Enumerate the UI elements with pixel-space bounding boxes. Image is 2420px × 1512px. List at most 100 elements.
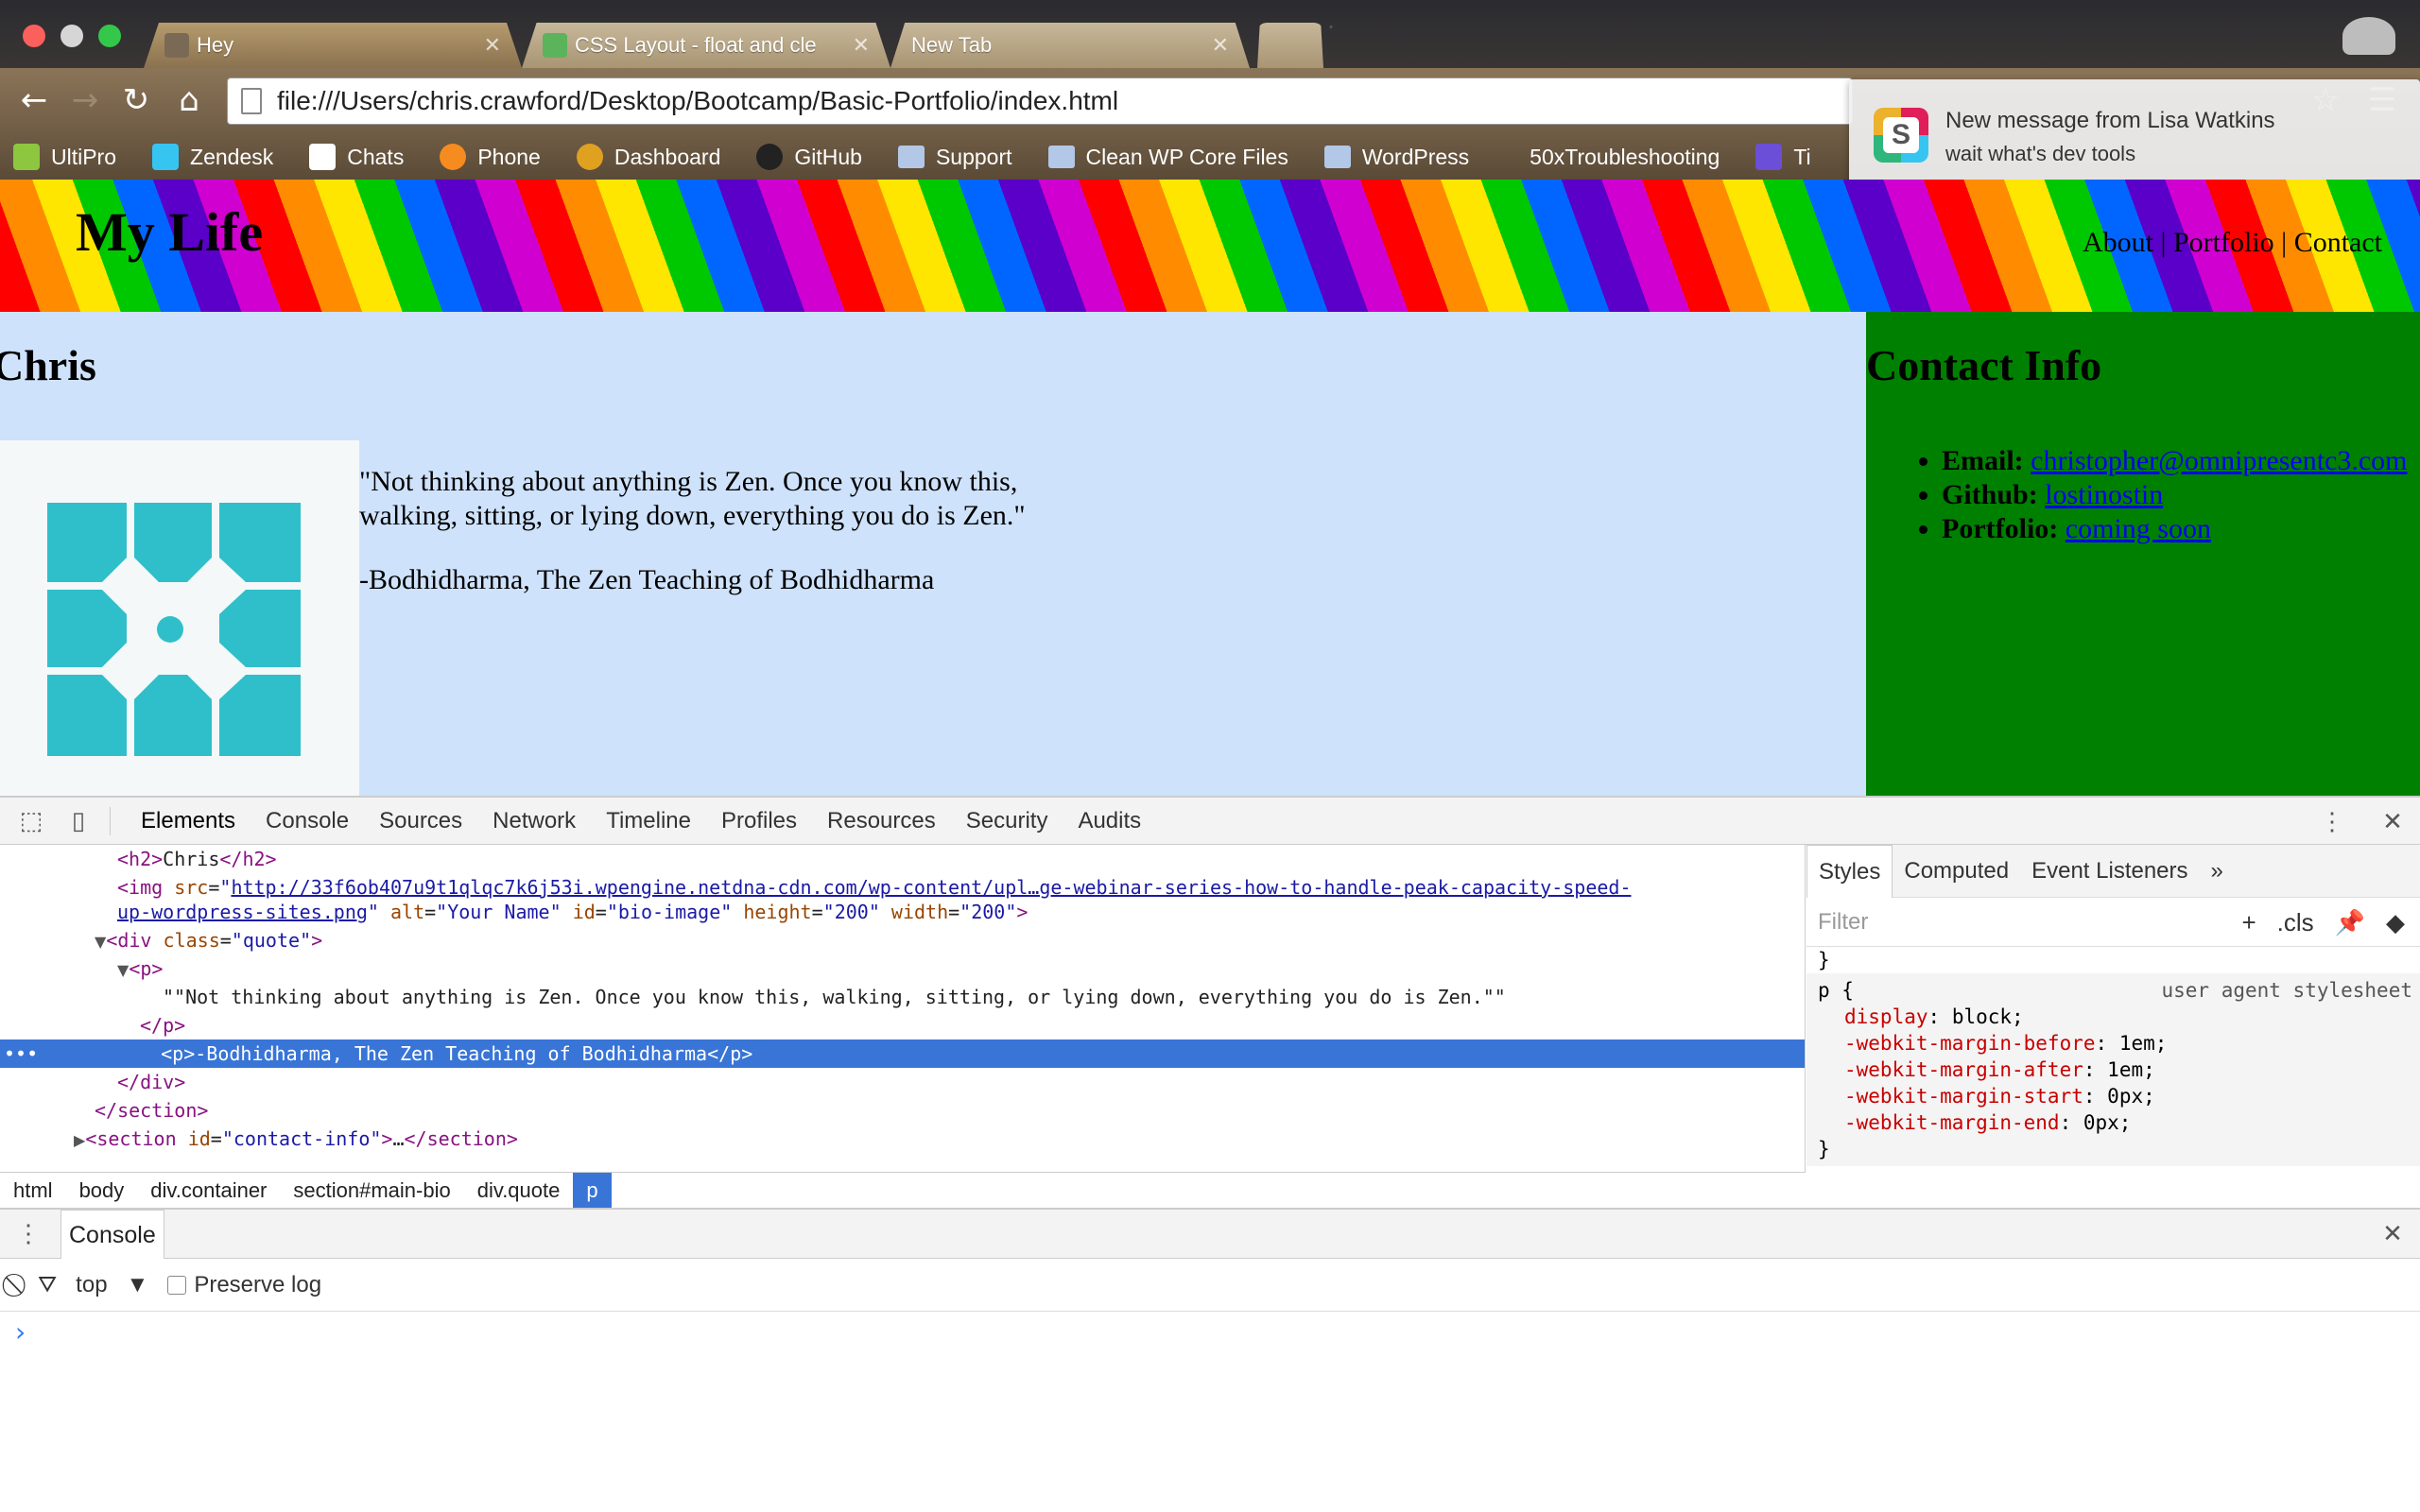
tab-event-listeners[interactable]: Event Listeners	[2020, 845, 2199, 898]
bookmark-50x[interactable]: 50xTroubleshooting	[1530, 145, 1720, 170]
breadcrumb-item[interactable]: div.container	[137, 1173, 280, 1209]
pin-icon[interactable]: 📌	[2335, 908, 2365, 937]
nav-portfolio-link[interactable]: Portfolio	[2173, 227, 2274, 258]
styles-pane: Styles Computed Event Listeners » Filter…	[1806, 844, 2420, 1208]
add-rule-icon[interactable]: +	[2241, 908, 2256, 937]
close-tab-icon[interactable]: ✕	[1212, 33, 1229, 58]
tab-computed[interactable]: Computed	[1893, 845, 2020, 898]
bookmark-phone[interactable]: Phone	[440, 144, 541, 170]
chevron-down-icon[interactable]: ▼	[127, 1272, 149, 1298]
toggle-state-icon[interactable]: ◆	[2386, 908, 2405, 937]
zoom-window-button[interactable]	[98, 25, 121, 47]
attr-value: bio-image	[617, 901, 721, 923]
css-value: 1em;	[2107, 1058, 2155, 1081]
more-options-icon[interactable]: ⋮	[2308, 798, 2356, 845]
filter-icon[interactable]: ⛛	[38, 1272, 57, 1298]
drawer-menu-icon[interactable]: ⋮	[0, 1211, 57, 1258]
page-viewport: My Life About | Portfolio | Contact Chri…	[0, 180, 2420, 796]
bookmark-label: Zendesk	[190, 144, 274, 169]
bookmark-zendesk[interactable]: Zendesk	[152, 144, 273, 170]
selector-text: p {	[1818, 979, 1854, 1002]
context-select[interactable]: top	[76, 1272, 107, 1298]
preserve-log-checkbox[interactable]	[167, 1276, 187, 1296]
tab-sources[interactable]: Sources	[364, 808, 477, 834]
breadcrumb-item-active[interactable]: p	[573, 1172, 612, 1209]
portfolio-link[interactable]: coming soon	[2066, 513, 2211, 544]
tab-network[interactable]: Network	[477, 808, 591, 834]
css-value: 1em;	[2118, 1032, 2168, 1055]
cls-button[interactable]: .cls	[2277, 908, 2314, 937]
img-src-link[interactable]: http://33f6ob407u9t1qlqc7k6j53i.wpengine…	[231, 876, 1631, 899]
contact-item-email: Email: christopher@omnipresentc3.com	[1942, 444, 2408, 478]
bookmark-ultipro[interactable]: UltiPro	[13, 144, 116, 170]
tab-styles[interactable]: Styles	[1806, 844, 1893, 898]
nav-separator: |	[2273, 227, 2294, 258]
bookmark-clean-wp[interactable]: Clean WP Core Files	[1047, 144, 1288, 170]
dom-node-section-contact[interactable]: ▶<section id="contact-info">…</section>	[74, 1125, 518, 1153]
url-text: file:///Users/chris.crawford/Desktop/Boo…	[277, 86, 1119, 115]
tab-timeline[interactable]: Timeline	[591, 808, 706, 834]
close-tab-icon[interactable]: ✕	[484, 33, 501, 58]
tab-new-tab[interactable]: New Tab ✕	[890, 23, 1250, 68]
tab-profiles[interactable]: Profiles	[706, 808, 812, 834]
styles-filter[interactable]: Filter + .cls 📌 ◆	[1806, 898, 2420, 947]
expand-arrow-icon[interactable]: ▶	[74, 1131, 85, 1149]
email-link[interactable]: christopher@omnipresentc3.com	[2031, 445, 2407, 476]
tab-security[interactable]: Security	[951, 808, 1063, 834]
device-mode-icon[interactable]: ▯	[55, 798, 102, 845]
back-icon[interactable]: ←	[15, 81, 53, 119]
dom-node-p1[interactable]: ▼<p>	[117, 954, 163, 983]
bookmark-dashboard[interactable]: Dashboard	[576, 144, 720, 170]
bookmark-support[interactable]: Support	[897, 145, 1012, 170]
tab-console-drawer[interactable]: Console	[60, 1209, 164, 1259]
tab-audits[interactable]: Audits	[1063, 808, 1156, 834]
new-tab-button[interactable]	[1257, 23, 1323, 68]
nav-contact-link[interactable]: Contact	[2294, 227, 2382, 258]
tag-open: <h2>	[117, 848, 164, 870]
expand-arrow-icon[interactable]: ▼	[117, 961, 129, 979]
minimize-window-button[interactable]	[60, 25, 83, 47]
close-tab-icon[interactable]: ✕	[853, 33, 870, 58]
reload-icon[interactable]: ↻	[117, 81, 155, 119]
contact-info-section: Contact Info Email: christopher@omnipres…	[1866, 312, 2420, 796]
bookmark-wordpress[interactable]: WordPress	[1323, 144, 1470, 170]
breadcrumb-item[interactable]: section#main-bio	[280, 1173, 463, 1209]
img-src-link[interactable]: up-wordpress-sites.png	[117, 901, 368, 923]
close-drawer-icon[interactable]: ✕	[2369, 1210, 2416, 1257]
close-devtools-icon[interactable]: ✕	[2369, 798, 2416, 845]
bookmark-ti[interactable]: Ti	[1755, 144, 1811, 170]
tab-resources[interactable]: Resources	[812, 808, 951, 834]
preserve-log-toggle[interactable]: Preserve log	[167, 1272, 321, 1298]
tab-elements[interactable]: Elements	[126, 808, 251, 834]
dom-text-node[interactable]: ""Not thinking about anything is Zen. On…	[163, 983, 1506, 1011]
forward-icon[interactable]: →	[66, 81, 104, 119]
tab-hey[interactable]: Hey ✕	[144, 23, 522, 68]
more-tabs-icon[interactable]: »	[2200, 845, 2235, 898]
bookmark-github[interactable]: GitHub	[756, 144, 862, 170]
close-window-button[interactable]	[23, 25, 45, 47]
expand-arrow-icon[interactable]: ▼	[95, 933, 106, 951]
nav-about-link[interactable]: About	[2083, 227, 2153, 258]
contact-item-github: Github: lostinostin	[1942, 478, 2408, 512]
github-icon	[756, 144, 784, 170]
address-bar[interactable]: file:///Users/chris.crawford/Desktop/Boo…	[227, 77, 1853, 125]
breadcrumb-item[interactable]: html	[0, 1173, 66, 1209]
home-icon[interactable]: ⌂	[170, 81, 208, 119]
github-link[interactable]: lostinostin	[2045, 479, 2163, 510]
breadcrumb-item[interactable]: div.quote	[464, 1173, 574, 1209]
bookmark-label: WordPress	[1361, 144, 1470, 169]
breadcrumb-item[interactable]: body	[66, 1173, 138, 1209]
bookmark-label: GitHub	[794, 144, 862, 169]
bookmark-chats[interactable]: Chats	[309, 144, 404, 170]
incognito-icon	[2342, 17, 2395, 55]
dom-node-p2-selected[interactable]: ••• <p>-Bodhidharma, The Zen Teaching of …	[0, 1040, 1805, 1068]
contact-label: Portfolio:	[1942, 513, 2059, 544]
bookmark-label: Clean WP Core Files	[1085, 144, 1288, 169]
dom-node-h2[interactable]: <h2>Chris</h2>	[117, 845, 277, 873]
inspect-element-icon[interactable]: ⬚	[8, 798, 55, 845]
bio-image	[0, 440, 359, 796]
tab-console[interactable]: Console	[251, 808, 364, 834]
dom-node-div-quote[interactable]: ▼<div class="quote">	[95, 926, 322, 954]
tab-css-layout[interactable]: CSS Layout - float and cle ✕	[522, 23, 890, 68]
console-prompt[interactable]: ›	[0, 1312, 2420, 1353]
